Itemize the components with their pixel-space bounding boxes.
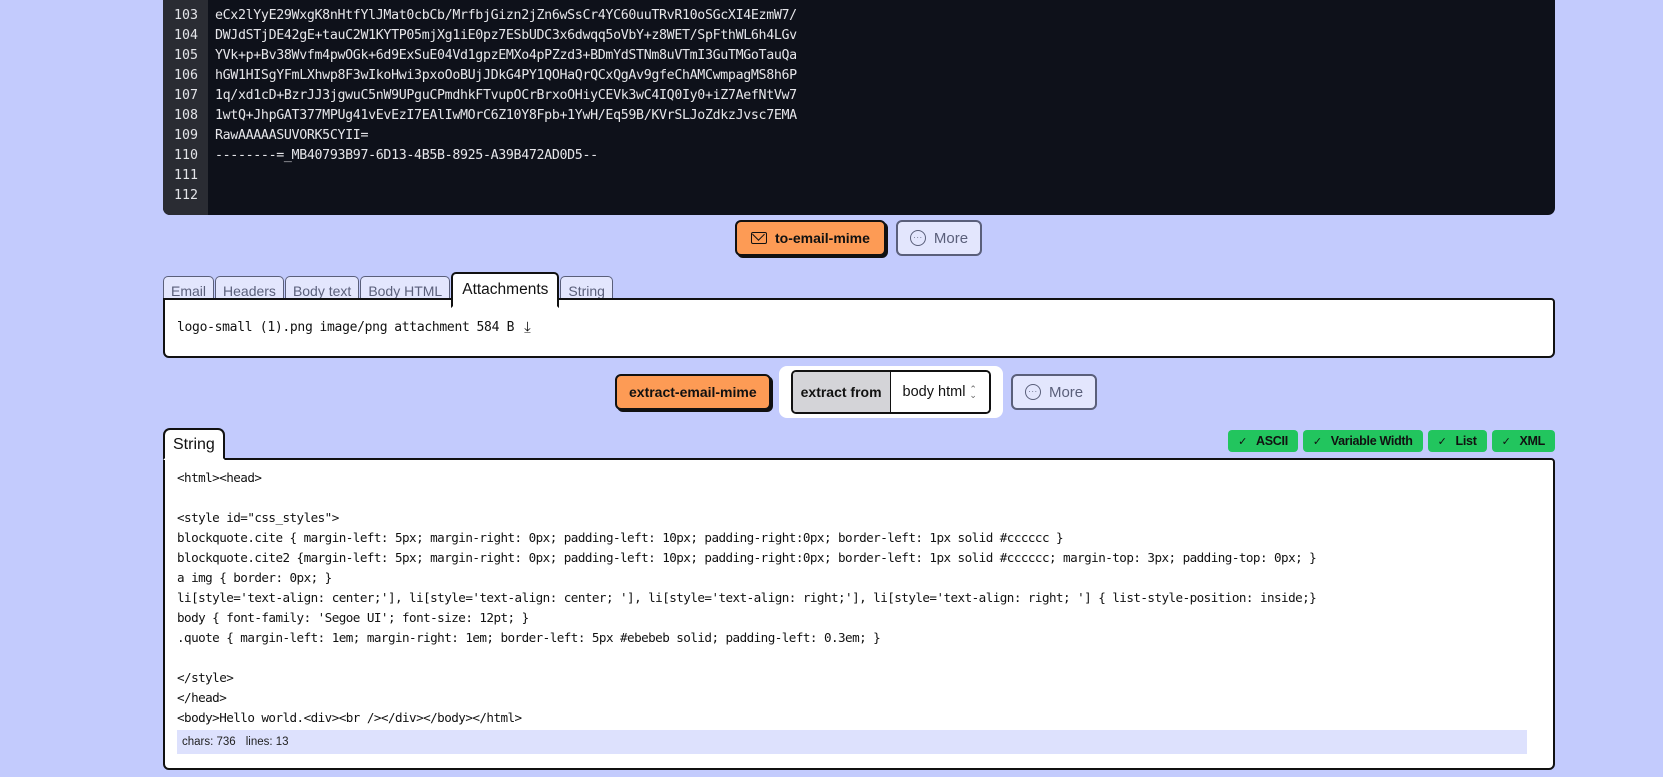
format-badge[interactable]: ✓ XML: [1491, 430, 1555, 452]
string-line: </style>: [177, 670, 234, 685]
line-number: 106: [173, 68, 198, 83]
code-content[interactable]: ........................................…: [208, 0, 1555, 215]
string-line: </head>: [177, 690, 227, 705]
code-line: RawAAAAASUVORK5CYII=: [215, 128, 369, 143]
code-editor[interactable]: 102103104105106107108109110111112 ......…: [163, 0, 1555, 215]
line-number: 107: [173, 88, 198, 103]
more-label: More: [933, 229, 969, 247]
code-line: hGW1HISgYFmLXhwp8F3wIkoHwi3pxoOoBUjJDkG4…: [215, 68, 797, 83]
format-badge[interactable]: ✓ ASCII: [1228, 430, 1298, 452]
extract-from-value: body html: [902, 384, 966, 400]
string-line: blockquote.cite { margin-left: 5px; marg…: [177, 530, 1064, 545]
string-output-panel: <html><head> <style id="css_styles">block…: [163, 458, 1555, 770]
more-button[interactable]: ··· More: [895, 220, 983, 256]
extract-from-select[interactable]: body html ⌃ ⌄: [890, 372, 989, 412]
code-line: DWJdSTjDE42gE+tauC2W1KYTP05mjXg1iE0pz7ES…: [215, 28, 797, 43]
check-icon: ✓: [1437, 435, 1447, 448]
check-icon: ✓: [1501, 435, 1511, 448]
string-line: [177, 648, 1541, 668]
more-label-2: More: [1048, 383, 1084, 401]
tab-attachments[interactable]: Attachments: [451, 272, 560, 308]
attachment-size: 584 B: [476, 319, 515, 335]
char-count: chars: 736: [182, 736, 236, 748]
string-output-text[interactable]: <html><head> <style id="css_styles">block…: [177, 468, 1541, 728]
string-line: li[style='text-align: center;'], li[styl…: [177, 590, 1317, 605]
select-updown-icon: ⌃ ⌄: [969, 383, 977, 400]
tab-string-output[interactable]: String: [163, 428, 225, 460]
line-number: 111: [173, 168, 198, 183]
mail-icon: [751, 232, 767, 244]
string-line: body { font-family: 'Segoe UI'; font-siz…: [177, 610, 529, 625]
extract-email-mime-label: extract-email-mime: [629, 384, 757, 400]
to-email-mime-button[interactable]: to-email-mime: [735, 220, 886, 256]
code-line: 1q/xd1cD+BzrJJ3jgwuC5nW9UPguCPmdhkFTvupO…: [215, 88, 797, 103]
format-badge[interactable]: ✓ List: [1427, 430, 1487, 452]
line-number-gutter: 102103104105106107108109110111112: [163, 0, 208, 215]
line-number: 108: [173, 108, 198, 123]
string-line: <style id="css_styles">: [177, 510, 339, 525]
attachment-name: logo-small (1).png: [177, 319, 313, 335]
action-row-encode: to-email-mime ··· More: [735, 220, 983, 256]
string-line: a img { border: 0px; }: [177, 570, 332, 585]
attachments-panel: logo-small (1).png image/png attachment …: [163, 298, 1555, 358]
line-number: 104: [173, 28, 198, 43]
badge-label: Variable Width: [1330, 434, 1413, 448]
line-number: 103: [173, 8, 198, 23]
more-dots-icon: ···: [909, 230, 926, 246]
code-line: 1wtQ+JhpGAT377MPUg41vEvEzI7EAlIwMOrC6Z10…: [215, 108, 797, 123]
more-button-2[interactable]: ··· More: [1010, 374, 1098, 410]
string-line: .quote { margin-left: 1em; margin-right:…: [177, 630, 881, 645]
attachment-mime: image/png: [319, 319, 388, 335]
download-icon[interactable]: ⤓: [524, 318, 531, 336]
extract-from-group: extract from body html ⌃ ⌄: [778, 366, 1003, 418]
string-status-bar: chars: 736 lines: 13: [177, 730, 1527, 754]
line-number: 105: [173, 48, 198, 63]
line-count: lines: 13: [245, 736, 289, 748]
line-number: 110: [173, 148, 198, 163]
to-email-mime-label: to-email-mime: [775, 230, 870, 246]
extract-email-mime-button[interactable]: extract-email-mime: [615, 374, 771, 410]
string-line: [177, 488, 1541, 508]
check-icon: ✓: [1238, 435, 1248, 448]
format-badges: ✓ ASCII ✓ Variable Width ✓ List ✓ XML: [1228, 430, 1555, 452]
string-line: blockquote.cite2 {margin-left: 5px; marg…: [177, 550, 1317, 565]
check-icon: ✓: [1312, 435, 1322, 448]
code-line: eCx2lYyE29WxgK8nHtfYlJMat0cbCb/MrfbjGizn…: [215, 8, 797, 23]
format-badge[interactable]: ✓ Variable Width: [1302, 430, 1423, 452]
line-number: 109: [173, 128, 198, 143]
action-row-extract: extract-email-mime extract from body htm…: [615, 366, 1098, 418]
badge-label: XML: [1519, 434, 1546, 448]
string-line: <body>Hello world.<div><br /></div></bod…: [177, 710, 522, 725]
attachment-disposition: attachment: [394, 319, 470, 335]
code-line: YVk+p+Bv38Wvfm4pwOGk+6d9ExSuE04Vd1gpzEMX…: [215, 48, 797, 63]
more-dots-icon: ···: [1024, 384, 1041, 400]
line-number: 112: [173, 188, 198, 203]
extract-from-label: extract from: [792, 372, 891, 412]
attachment-item: logo-small (1).png image/png attachment …: [177, 318, 1541, 336]
badge-label: ASCII: [1256, 434, 1288, 448]
code-line: --------=_MB40793B97-6D13-4B5B-8925-A39B…: [215, 148, 598, 163]
badge-label: List: [1455, 434, 1477, 448]
string-line: <html><head>: [177, 470, 262, 485]
